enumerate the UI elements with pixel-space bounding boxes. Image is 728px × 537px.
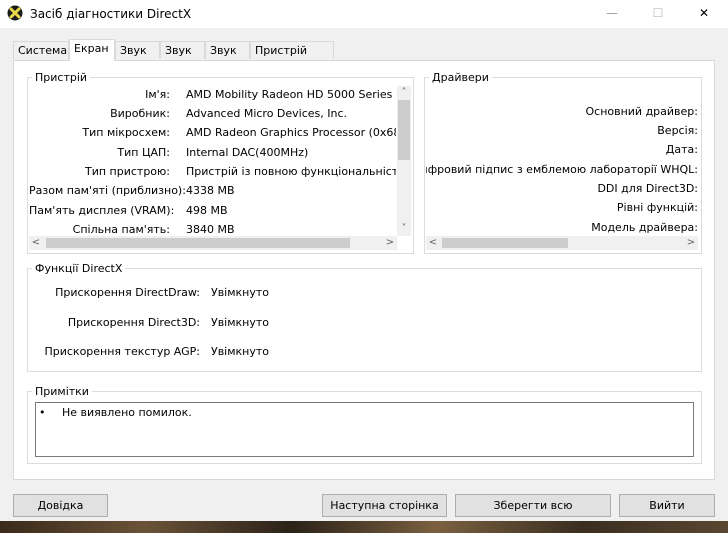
- device-type-value: Пристрій із повною функціональністю ди: [186, 165, 396, 178]
- tab-sound-2[interactable]: Звук 2: [160, 41, 205, 75]
- whql-label: Цифровий підпис з емблемою лабораторії W…: [426, 163, 698, 176]
- tab-sound-3[interactable]: Звук 3: [205, 41, 250, 75]
- directdraw-value: Увімкнуто: [211, 286, 270, 299]
- exit-button[interactable]: Вийти: [619, 494, 715, 517]
- tab-input-device[interactable]: Пристрій вводу: [250, 41, 334, 75]
- chip-type-value: AMD Radeon Graphics Processor (0x68E0): [186, 126, 396, 139]
- scroll-left-icon[interactable]: <: [29, 236, 43, 250]
- notes-textbox[interactable]: • Не виявлено помилок.: [35, 402, 694, 457]
- date-label: Дата:: [665, 143, 698, 156]
- notes-group-label: Примітки: [32, 385, 92, 398]
- save-all-info-button[interactable]: Зберегти всю інформацію...: [455, 494, 611, 533]
- shared-memory-value: 3840 MB: [186, 223, 235, 236]
- chip-type-label: Тип мікросхем:: [82, 126, 170, 139]
- feature-levels-label: Рівні функцій:: [616, 201, 698, 214]
- directdraw-label: Прискорення DirectDraw:: [55, 286, 200, 299]
- maximize-button[interactable]: ☐: [635, 0, 681, 28]
- drivers-list[interactable]: Основний драйвер: Версія: Дата: Цифровий…: [426, 86, 698, 236]
- device-name-value: AMD Mobility Radeon HD 5000 Series: [186, 88, 393, 101]
- device-group-label: Пристрій: [32, 71, 91, 84]
- total-memory-label: Разом пам'яті (приблизно):: [29, 184, 186, 197]
- display-memory-label: Пам'ять дисплея (VRAM):: [29, 204, 175, 217]
- driver-model-label: Модель драйвера:: [591, 221, 698, 234]
- device-name-label: Ім'я:: [145, 88, 170, 101]
- help-button[interactable]: Довідка: [13, 494, 108, 517]
- window-title: Засіб діагностики DirectX: [30, 7, 192, 21]
- device-vertical-scrollbar[interactable]: ˄ ˅: [397, 86, 411, 236]
- directx-icon: [7, 5, 23, 21]
- direct3d-value: Увімкнуто: [211, 316, 270, 329]
- desktop-background: [0, 521, 728, 533]
- scroll-thumb[interactable]: [398, 100, 410, 160]
- display-memory-value: 498 MB: [186, 204, 228, 217]
- drivers-group-label: Драйвери: [429, 71, 492, 84]
- dac-type-label: Тип ЦАП:: [117, 146, 170, 159]
- tab-display[interactable]: Екран: [69, 39, 115, 61]
- dac-type-value: Internal DAC(400MHz): [186, 146, 309, 159]
- scroll-up-icon[interactable]: ˄: [397, 86, 411, 100]
- tab-system[interactable]: Система: [13, 41, 69, 59]
- directx-features-label: Функції DirectX: [32, 262, 126, 275]
- device-list[interactable]: Ім'я: AMD Mobility Radeon HD 5000 Series…: [29, 86, 396, 236]
- manufacturer-label: Виробник:: [110, 107, 170, 120]
- direct3d-label: Прискорення Direct3D:: [67, 316, 200, 329]
- shared-memory-label: Спільна пам'ять:: [72, 223, 170, 236]
- minimize-button[interactable]: —: [589, 0, 635, 28]
- tab-sound-1[interactable]: Звук 1: [115, 41, 160, 75]
- scroll-left-icon[interactable]: <: [426, 236, 440, 250]
- scroll-right-icon[interactable]: >: [383, 236, 397, 250]
- scroll-thumb[interactable]: [442, 238, 568, 248]
- scroll-thumb[interactable]: [46, 238, 350, 248]
- version-label: Версія:: [657, 124, 698, 137]
- scroll-right-icon[interactable]: >: [684, 236, 698, 250]
- main-driver-label: Основний драйвер:: [585, 105, 698, 118]
- agp-texture-value: Увімкнуто: [211, 345, 270, 358]
- title-bar[interactable]: Засіб діагностики DirectX — ☐ ✕: [0, 0, 728, 28]
- scroll-down-icon[interactable]: ˅: [397, 222, 411, 236]
- drivers-horizontal-scrollbar[interactable]: < >: [426, 236, 698, 250]
- ddi-label: DDI для Direct3D:: [597, 182, 698, 195]
- bullet-icon: •: [39, 406, 46, 419]
- device-type-label: Тип пристрою:: [84, 165, 170, 178]
- manufacturer-value: Advanced Micro Devices, Inc.: [186, 107, 348, 120]
- device-horizontal-scrollbar[interactable]: < >: [29, 236, 397, 250]
- close-button[interactable]: ✕: [681, 0, 727, 28]
- notes-text: Не виявлено помилок.: [62, 406, 192, 419]
- next-page-button[interactable]: Наступна сторінка: [322, 494, 447, 517]
- total-memory-value: 4338 MB: [186, 184, 235, 197]
- agp-texture-label: Прискорення текстур AGP:: [44, 345, 200, 358]
